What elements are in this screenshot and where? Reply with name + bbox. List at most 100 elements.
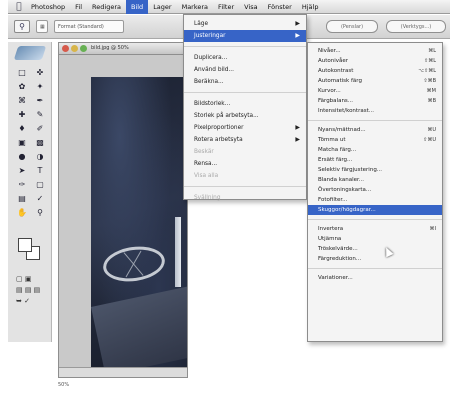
gradient-icon[interactable]: ▩ <box>32 136 48 149</box>
image-menu-item-beräkna[interactable]: Beräkna... <box>184 76 306 88</box>
menu-shortcut: ⌘M <box>426 88 436 94</box>
image-menu-item-justeringar[interactable]: Justeringar ▶ <box>184 30 306 42</box>
screen-mode-icon[interactable]: ▤ ▤ ▤ <box>16 285 40 296</box>
shape-icon[interactable]: ▢ <box>32 178 48 191</box>
lasso-tool-icon[interactable]: ✿ <box>14 80 30 93</box>
adjust-menu-item-nivåer[interactable]: Nivåer... ⌘L <box>308 46 442 56</box>
adjust-menu-item-ersätt-färg[interactable]: Ersätt färg... <box>308 155 442 165</box>
zoom-window-icon[interactable] <box>80 45 87 52</box>
crop-icon[interactable]: ⌘ <box>14 94 30 107</box>
foreground-color-swatch[interactable] <box>18 238 32 252</box>
jump-to-icon[interactable]: ➥ ✓ <box>16 296 40 307</box>
menu-item-label: Duplicera... <box>194 55 228 61</box>
adjust-menu-item-blanda-kanaler[interactable]: Blanda kanaler... <box>308 175 442 185</box>
menu-item-label: Tröskelvärde... <box>318 246 358 252</box>
minimize-icon[interactable] <box>71 45 78 52</box>
adjust-menu-item-invertera[interactable]: Invertera ⌘I <box>308 224 442 234</box>
brushes-well[interactable]: (Penslar) <box>326 20 378 33</box>
adjust-menu-item-automatisk-färg[interactable]: Automatisk färg ⇧⌘B <box>308 76 442 86</box>
eyedropper-icon[interactable]: ✓ <box>32 192 48 205</box>
hand-icon[interactable]: ✋ <box>14 206 30 219</box>
quickmask-icon[interactable]: ▢ ▣ <box>16 274 40 285</box>
stamp-icon[interactable]: ♦ <box>14 122 30 135</box>
menu-fonster[interactable]: Fönster <box>263 0 297 14</box>
adjust-menu-item-utjämna[interactable]: Utjämna <box>308 234 442 244</box>
adjust-menu-item-skuggor-högdagrar[interactable]: Skuggor/högdagrar... <box>308 205 442 215</box>
menu-bild[interactable]: Bild <box>125 0 149 14</box>
blur-icon[interactable]: ● <box>14 150 30 163</box>
submenu-arrow-icon: ▶ <box>295 136 300 143</box>
brush-icon[interactable]: ✎ <box>32 108 48 121</box>
zoom-readout: 50% <box>58 382 70 388</box>
history-brush-icon[interactable]: ✐ <box>32 122 48 135</box>
menu-hjalp[interactable]: Hjälp <box>297 0 324 14</box>
menu-filter[interactable]: Filter <box>213 0 239 14</box>
marquee-icon[interactable]: □ <box>14 66 30 79</box>
image-menu-item-pixelproportioner[interactable]: Pixelproportioner ▶ <box>184 122 306 134</box>
menu-markera[interactable]: Markera <box>177 0 213 14</box>
adjust-menu-item-fotofilter[interactable]: Fotofilter... <box>308 195 442 205</box>
menu-lager[interactable]: Lager <box>148 0 176 14</box>
menu-bar:  Photoshop Fil Redigera Bild Lager Mark… <box>8 0 450 14</box>
document-canvas-photo[interactable] <box>91 77 187 377</box>
menu-shortcut: ⌘B <box>427 98 436 104</box>
adjust-menu-item-autonivåer[interactable]: Autonivåer ⇧⌘L <box>308 56 442 66</box>
style-dropdown[interactable]: Format (Standard) <box>54 20 124 33</box>
menu-shortcut: ⌘I <box>429 226 436 232</box>
adjust-menu-item-tröskelvärde[interactable]: Tröskelvärde... <box>308 244 442 254</box>
slice-icon[interactable]: ✒ <box>32 94 48 107</box>
image-menu-item-duplicera[interactable]: Duplicera... <box>184 52 306 64</box>
adjust-menu-item-intensitet-kontrast[interactable]: Intensitet/kontrast... <box>308 106 442 116</box>
adjust-menu-item-selektiv-färgjustering[interactable]: Selektiv färgjustering... <box>308 165 442 175</box>
menu-item-label: Bildstorlek... <box>194 101 231 107</box>
image-menu-item-storlek-på-arbetsyta[interactable]: Storlek på arbetsyta... <box>184 110 306 122</box>
adjust-menu-item-kurvor[interactable]: Kurvor... ⌘M <box>308 86 442 96</box>
mode-chip[interactable]: ▦ <box>36 20 48 33</box>
eraser-icon[interactable]: ▣ <box>14 136 30 149</box>
adjust-menu-item-autokontrast[interactable]: Autokontrast ⌥⇧⌘L <box>308 66 442 76</box>
apple-icon[interactable]:  <box>12 2 26 12</box>
menu-separator <box>308 215 442 220</box>
adjust-menu-item-matcha-färg[interactable]: Matcha färg... <box>308 145 442 155</box>
image-menu-item-rotera-arbetsyta[interactable]: Rotera arbetsyta ▶ <box>184 134 306 146</box>
path-select-icon[interactable]: ➤ <box>14 164 30 177</box>
image-menu-item-läge[interactable]: Läge ▶ <box>184 18 306 30</box>
menu-shortcut: ⇧⌘L <box>424 58 436 64</box>
tool-presets-well[interactable]: (Verktygs...) <box>386 20 446 33</box>
pen-icon[interactable]: ✑ <box>14 178 30 191</box>
menu-fil[interactable]: Fil <box>70 0 87 14</box>
adjust-menu-item-tömma-ut[interactable]: Tömma ut ⇧⌘U <box>308 135 442 145</box>
menu-photoshop[interactable]: Photoshop <box>26 0 70 14</box>
tool-preset-picker[interactable]: ⚲ <box>14 20 30 33</box>
dodge-icon[interactable]: ◑ <box>32 150 48 163</box>
menu-item-label: Färgbalans... <box>318 98 354 104</box>
notes-icon[interactable]: ▤ <box>14 192 30 205</box>
adjust-menu-item-nyans-mättnad[interactable]: Nyans/mättnad... ⌘U <box>308 125 442 135</box>
move-icon[interactable]: ✜ <box>32 66 48 79</box>
image-menu-item-beskär: Beskär <box>184 146 306 158</box>
type-icon[interactable]: T <box>32 164 48 177</box>
adjust-menu-item-färgreduktion[interactable]: Färgreduktion... <box>308 254 442 264</box>
zoom-icon[interactable]: ⚲ <box>32 206 48 219</box>
adjust-menu-item-variationer[interactable]: Variationer... <box>308 273 442 283</box>
image-menu-item-använd-bild[interactable]: Använd bild... <box>184 64 306 76</box>
menu-visa[interactable]: Visa <box>239 0 262 14</box>
submenu-arrow-icon: ▶ <box>295 20 300 27</box>
image-menu-dropdown: Läge ▶ Justeringar ▶ Duplicera... Använd bild… <box>183 14 307 201</box>
healing-icon[interactable]: ✚ <box>14 108 30 121</box>
feather-logo-icon <box>13 46 47 60</box>
adjust-menu-item-färgbalans[interactable]: Färgbalans... ⌘B <box>308 96 442 106</box>
image-menu-item-rensa[interactable]: Rensa... <box>184 158 306 170</box>
menu-item-label: Beskär <box>194 149 214 155</box>
menu-redigera[interactable]: Redigera <box>87 0 126 14</box>
menu-shortcut: ⌘L <box>428 48 436 54</box>
menu-item-label: Nyans/mättnad... <box>318 127 366 133</box>
adjust-menu-item-övertoningskarta[interactable]: Övertoningskarta... <box>308 185 442 195</box>
close-icon[interactable] <box>62 45 69 52</box>
lasso-icon: ⚲ <box>19 22 25 31</box>
image-menu-item-bildstorlek[interactable]: Bildstorlek... <box>184 98 306 110</box>
document-titlebar[interactable]: bild.jpg @ 50% <box>59 43 187 55</box>
menu-item-label: Automatisk färg <box>318 78 362 84</box>
magic-wand-icon[interactable]: ✦ <box>32 80 48 93</box>
menu-separator <box>184 88 306 93</box>
